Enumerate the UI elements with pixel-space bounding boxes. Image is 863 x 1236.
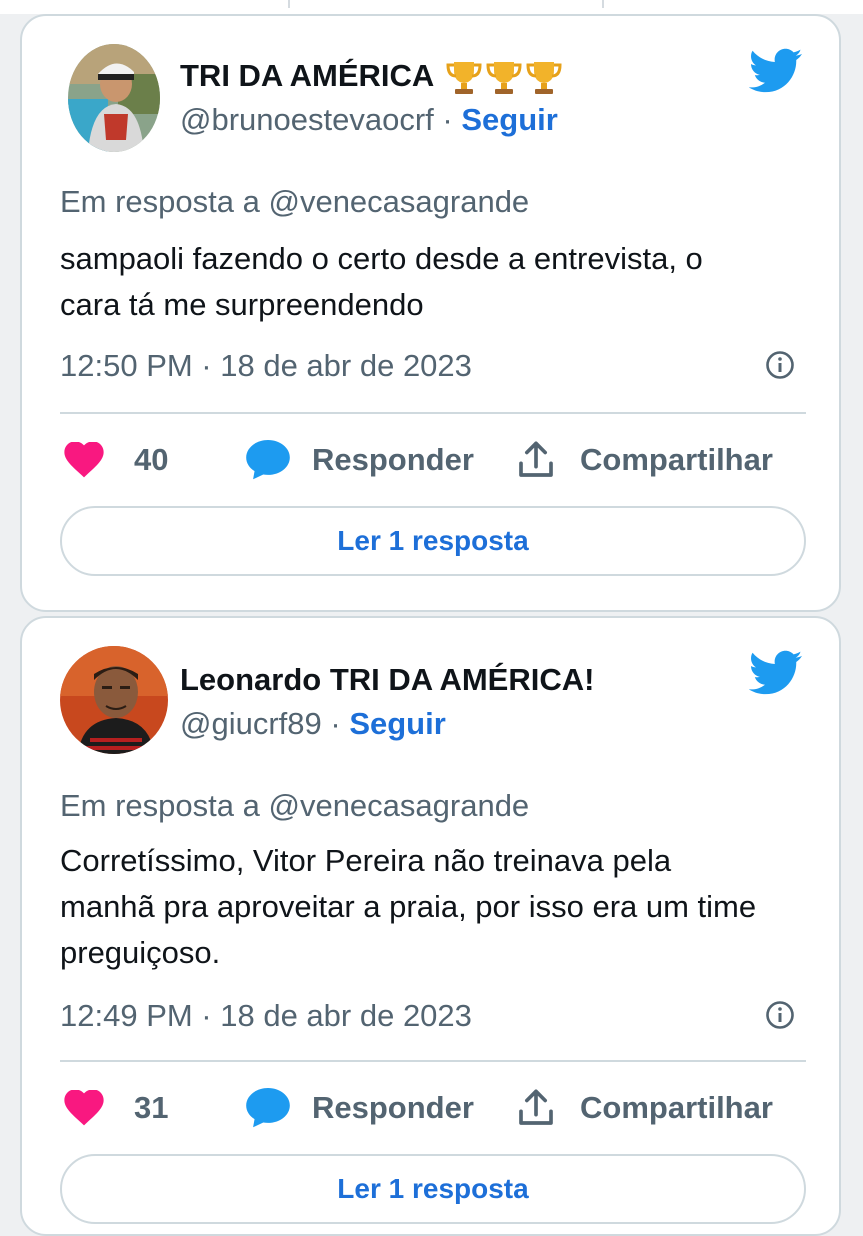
share-label: Compartilhar <box>580 1090 773 1125</box>
trophy-icon <box>526 62 562 94</box>
tweet-text: sampaoli fazendo o certo desde a entrevi… <box>60 236 820 328</box>
tweet-text-line: cara tá me surpreendendo <box>60 287 424 322</box>
trophy-icon <box>486 62 522 94</box>
share-button[interactable]: Compartilhar <box>516 436 773 484</box>
trophy-icon <box>446 62 482 94</box>
tweet-text-line: sampaoli fazendo o certo desde a entrevi… <box>60 241 703 276</box>
divider <box>60 1060 806 1062</box>
timestamp[interactable]: 12:50 PM · 18 de abr de 2023 <box>60 348 472 384</box>
reply-to[interactable]: Em resposta a @venecasagrande <box>60 184 529 220</box>
handle-row: @giucrf89 · Seguir <box>180 706 446 742</box>
twitter-bird-icon[interactable] <box>749 650 803 696</box>
divider <box>60 412 806 414</box>
speech-bubble-icon <box>246 1088 290 1128</box>
tweet-card[interactable]: TRI DA AMÉRICA @brunoestevaocrf · Seguir… <box>20 14 841 612</box>
reply-button[interactable]: Responder <box>246 436 474 484</box>
share-icon <box>519 441 553 477</box>
tweet-text-line: preguiçoso. <box>60 935 221 970</box>
read-replies-button[interactable]: Ler 1 resposta <box>60 1154 806 1224</box>
tweet-text-line: Corretíssimo, Vitor Pereira não treinava… <box>60 843 672 878</box>
handle[interactable]: @giucrf89 <box>180 706 322 741</box>
display-name-text: TRI DA AMÉRICA <box>180 58 435 93</box>
twitter-bird-icon[interactable] <box>749 48 803 94</box>
info-icon[interactable] <box>765 350 795 380</box>
share-icon <box>519 1089 553 1125</box>
timestamp[interactable]: 12:49 PM · 18 de abr de 2023 <box>60 998 472 1034</box>
separator: · <box>433 102 462 137</box>
divider-tick <box>288 0 290 8</box>
info-icon[interactable] <box>765 1000 795 1030</box>
follow-button[interactable]: Seguir <box>461 102 557 137</box>
reply-label: Responder <box>312 442 474 477</box>
tweet-text: Corretíssimo, Vitor Pereira não treinava… <box>60 838 820 976</box>
avatar[interactable] <box>60 646 168 754</box>
divider-tick <box>602 0 604 8</box>
like-count: 40 <box>134 442 169 477</box>
action-bar: 40 Responder Compartilhar <box>60 436 820 484</box>
handle[interactable]: @brunoestevaocrf <box>180 102 434 137</box>
tweet-card[interactable]: Leonardo TRI DA AMÉRICA! @giucrf89 · Seg… <box>20 616 841 1236</box>
read-replies-button[interactable]: Ler 1 resposta <box>60 506 806 576</box>
like-button[interactable]: 31 <box>64 1084 168 1132</box>
display-name[interactable]: TRI DA AMÉRICA <box>180 56 564 96</box>
reply-label: Responder <box>312 1090 474 1125</box>
share-label: Compartilhar <box>580 442 773 477</box>
display-name[interactable]: Leonardo TRI DA AMÉRICA! <box>180 662 594 698</box>
reply-button[interactable]: Responder <box>246 1084 474 1132</box>
display-name-text: Leonardo TRI DA AMÉRICA! <box>180 662 595 697</box>
reply-to[interactable]: Em resposta a @venecasagrande <box>60 788 529 824</box>
separator: · <box>321 706 350 741</box>
tweet-text-line: manhã pra aproveitar a praia, por isso e… <box>60 889 757 924</box>
follow-button[interactable]: Seguir <box>349 706 445 741</box>
share-button[interactable]: Compartilhar <box>516 1084 773 1132</box>
heart-icon <box>64 1090 104 1126</box>
action-bar: 31 Responder Compartilhar <box>60 1084 820 1132</box>
handle-row: @brunoestevaocrf · Seguir <box>180 102 558 138</box>
like-count: 31 <box>134 1090 169 1125</box>
previous-card-edge <box>0 0 863 14</box>
speech-bubble-icon <box>246 440 290 480</box>
avatar[interactable] <box>68 44 160 152</box>
like-button[interactable]: 40 <box>64 436 168 484</box>
heart-icon <box>64 442 104 478</box>
